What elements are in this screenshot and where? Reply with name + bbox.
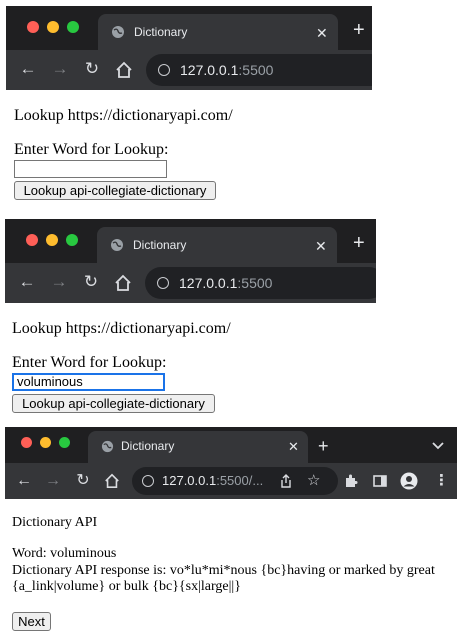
arrow-left-icon[interactable]: ← — [18, 60, 38, 78]
home-icon[interactable] — [104, 473, 120, 489]
reload-icon[interactable]: ↻ — [82, 60, 102, 78]
page-heading: Lookup https://dictionaryapi.com/ — [12, 320, 231, 337]
close-icon[interactable]: ✕ — [316, 26, 328, 40]
sidebar-icon[interactable] — [373, 475, 387, 487]
address-host: 127.0.0.1:5500 — [180, 62, 274, 78]
puzzle-icon[interactable] — [344, 474, 358, 488]
zoom-window-button[interactable] — [66, 234, 78, 246]
browser-window-1: Dictionary ✕ + ← → ↻ 127.0.0.1:5500 Look… — [6, 6, 372, 218]
response-line-2: {a_link|volume} or bulk {bc}{sx|large||} — [12, 579, 241, 594]
plus-icon[interactable]: + — [353, 233, 365, 253]
globe-icon — [112, 26, 124, 38]
minimize-window-button[interactable] — [40, 437, 51, 448]
lookup-button[interactable]: Lookup api-collegiate-dictionary — [12, 394, 215, 413]
address-bar[interactable]: 127.0.0.1:5500/... ☆ — [132, 467, 338, 495]
profile-icon[interactable] — [400, 472, 418, 490]
tab-title: Dictionary — [121, 439, 175, 453]
info-icon[interactable] — [142, 475, 154, 487]
lookup-prompt: Enter Word for Lookup: — [14, 141, 169, 158]
tab-dictionary[interactable]: Dictionary ✕ — [97, 227, 337, 263]
arrow-left-icon[interactable]: ← — [17, 273, 37, 291]
reload-icon[interactable]: ↻ — [81, 273, 101, 291]
page-content: Dictionary API Word: voluminous Dictiona… — [5, 499, 457, 637]
tab-strip: Dictionary ✕ + — [6, 6, 372, 50]
browser-window-2: Dictionary ✕ + ← → ↻ 127.0.0.1:5500 Look… — [5, 219, 376, 427]
address-bar[interactable]: 127.0.0.1:5500 — [145, 267, 376, 299]
response-line-1: Dictionary API response is: vo*lu*mi*nou… — [12, 563, 435, 578]
chevron-down-icon[interactable] — [432, 442, 444, 450]
address-bar[interactable]: 127.0.0.1:5500 — [146, 54, 372, 86]
word-line: Word: voluminous — [12, 546, 117, 561]
address-host: 127.0.0.1:5500/... — [162, 473, 264, 488]
page-content: Lookup https://dictionaryapi.com/ Enter … — [5, 303, 376, 427]
next-button[interactable]: Next — [12, 612, 51, 631]
zoom-window-button[interactable] — [59, 437, 70, 448]
arrow-right-icon[interactable]: → — [43, 472, 63, 490]
arrow-left-icon[interactable]: ← — [14, 472, 34, 490]
close-window-button[interactable] — [27, 21, 39, 33]
tab-dictionary[interactable]: Dictionary ✕ — [98, 14, 338, 50]
toolbar: ← → ↻ 127.0.0.1:5500 — [6, 50, 372, 90]
page-heading: Lookup https://dictionaryapi.com/ — [14, 107, 233, 124]
word-input[interactable] — [14, 160, 167, 178]
minimize-window-button[interactable] — [46, 234, 58, 246]
lookup-button[interactable]: Lookup api-collegiate-dictionary — [14, 181, 216, 200]
word-input[interactable]: voluminous — [12, 373, 165, 391]
close-icon[interactable]: ✕ — [315, 239, 327, 253]
close-window-button[interactable] — [21, 437, 32, 448]
browser-window-3: Dictionary ✕ + ← → ↻ 127.0.0.1:5500/... … — [5, 427, 457, 637]
plus-icon[interactable]: + — [353, 20, 365, 40]
plus-icon[interactable]: + — [318, 436, 329, 456]
close-window-button[interactable] — [26, 234, 38, 246]
page-heading: Dictionary API — [12, 515, 98, 530]
kebab-menu-icon[interactable]: ⋮ — [434, 473, 449, 488]
arrow-right-icon[interactable]: → — [49, 273, 69, 291]
lookup-prompt: Enter Word for Lookup: — [12, 354, 167, 371]
star-icon[interactable]: ☆ — [307, 473, 320, 488]
tab-title: Dictionary — [133, 238, 187, 252]
minimize-window-button[interactable] — [47, 21, 59, 33]
toolbar: ← → ↻ 127.0.0.1:5500 — [5, 263, 376, 303]
arrow-right-icon[interactable]: → — [50, 60, 70, 78]
toolbar: ← → ↻ 127.0.0.1:5500/... ☆ ⋮ — [5, 463, 457, 499]
globe-icon — [111, 239, 123, 251]
share-icon[interactable] — [280, 474, 292, 488]
address-host: 127.0.0.1:5500 — [179, 275, 273, 291]
info-icon[interactable] — [157, 277, 169, 289]
reload-icon[interactable]: ↻ — [73, 472, 93, 490]
page-content: Lookup https://dictionaryapi.com/ Enter … — [6, 90, 372, 218]
tab-title: Dictionary — [134, 25, 188, 39]
home-icon[interactable] — [114, 274, 132, 292]
tab-dictionary[interactable]: Dictionary ✕ — [88, 431, 308, 463]
tab-strip: Dictionary ✕ + — [5, 427, 457, 463]
globe-icon — [101, 440, 114, 453]
close-icon[interactable]: ✕ — [288, 440, 299, 454]
home-icon[interactable] — [115, 61, 133, 79]
zoom-window-button[interactable] — [67, 21, 79, 33]
info-icon[interactable] — [158, 64, 170, 76]
tab-strip: Dictionary ✕ + — [5, 219, 376, 263]
